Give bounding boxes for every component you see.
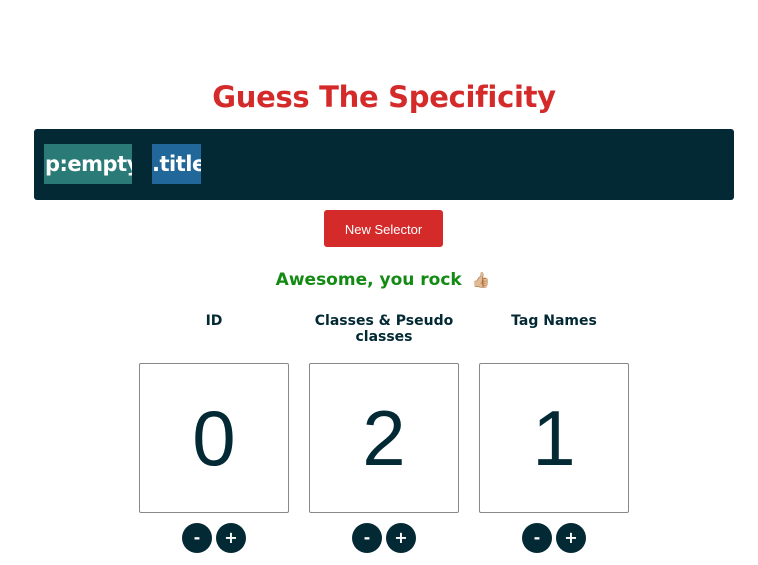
column-label-id: ID — [205, 313, 223, 329]
increment-classes-button[interactable]: + — [386, 523, 416, 553]
value-classes: 2 — [362, 394, 406, 482]
feedback-message: Awesome, you rock 👍🏼 — [0, 270, 758, 290]
value-id: 0 — [192, 394, 236, 482]
selector-token-pseudo-class: p:empty — [44, 144, 132, 184]
thumbs-up-icon: 👍🏼 — [471, 271, 491, 289]
selector-display: p:empty .title — [34, 129, 734, 200]
decrement-id-button[interactable]: - — [182, 523, 212, 553]
stepper-id: - + — [182, 523, 246, 553]
selector-token-class: .title — [152, 144, 201, 184]
stepper-classes: - + — [352, 523, 416, 553]
increment-id-button[interactable]: + — [216, 523, 246, 553]
value-tags: 1 — [532, 394, 576, 482]
value-box-id: 0 — [139, 363, 289, 513]
value-box-tags: 1 — [479, 363, 629, 513]
increment-tags-button[interactable]: + — [556, 523, 586, 553]
column-label-classes: Classes & Pseudo classes — [314, 313, 454, 345]
specificity-game: Guess The Specificity p:empty .title New… — [0, 0, 758, 565]
new-selector-button[interactable]: New Selector — [324, 210, 443, 247]
decrement-classes-button[interactable]: - — [352, 523, 382, 553]
value-box-classes: 2 — [309, 363, 459, 513]
page-title: Guess The Specificity — [212, 80, 556, 114]
column-label-tags: Tag Names — [511, 313, 597, 329]
stepper-tags: - + — [522, 523, 586, 553]
feedback-text: Awesome, you rock — [275, 270, 462, 290]
decrement-tags-button[interactable]: - — [522, 523, 552, 553]
